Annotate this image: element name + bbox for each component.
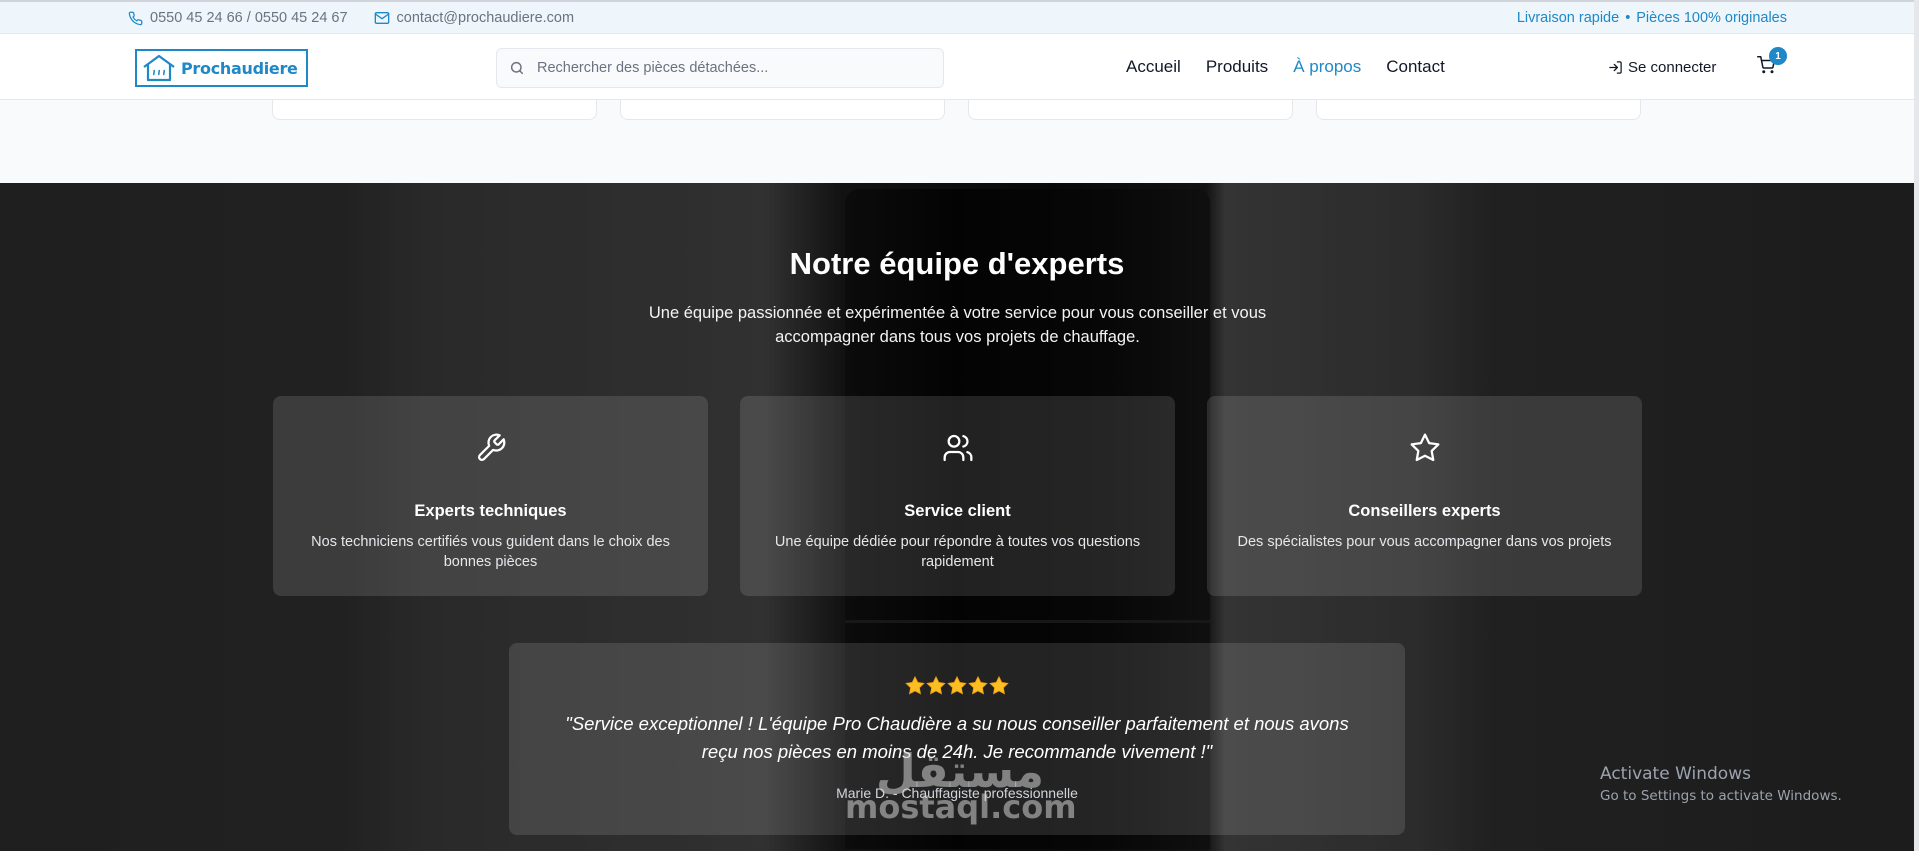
- activation-subtitle: Go to Settings to activate Windows.: [1600, 788, 1842, 804]
- house-logo-icon: [141, 53, 177, 83]
- activation-title: Activate Windows: [1600, 764, 1751, 784]
- card-description: Nos techniciens certifiés vous guident d…: [311, 534, 670, 570]
- main-header: Prochaudiere Accueil Produits À propos C…: [0, 34, 1919, 100]
- nav-item-a-propos[interactable]: À propos: [1293, 57, 1361, 77]
- watermark: مستقل mostaql.com: [845, 745, 1077, 826]
- card-description: Des spécialistes pour vous accompagner d…: [1237, 534, 1612, 550]
- site-logo[interactable]: Prochaudiere: [135, 49, 308, 87]
- rating-stars: [509, 676, 1405, 695]
- rating-star-icon: [926, 676, 946, 695]
- rating-star-icon: [905, 676, 925, 695]
- email-text: contact@prochaudiere.com: [396, 10, 575, 26]
- login-icon: [1608, 60, 1623, 75]
- expert-card-technical: Experts techniques Nos techniciens certi…: [273, 396, 708, 596]
- nav-item-contact[interactable]: Contact: [1386, 57, 1445, 77]
- star-icon: [1207, 432, 1642, 464]
- cart-count-badge: 1: [1769, 47, 1787, 65]
- mail-icon: [374, 11, 390, 25]
- rating-star-icon: [947, 676, 967, 695]
- search-icon[interactable]: [509, 60, 525, 76]
- main-nav: Accueil Produits À propos Contact: [1126, 34, 1445, 100]
- email-contact[interactable]: contact@prochaudiere.com: [374, 10, 575, 26]
- promo-text: Livraison rapide • Pièces 100% originale…: [1517, 2, 1787, 34]
- logo-text: Prochaudiere: [181, 58, 298, 78]
- wrench-icon: [273, 432, 708, 464]
- expert-card-advisors: Conseillers experts Des spécialistes pou…: [1207, 396, 1642, 596]
- nav-item-produits[interactable]: Produits: [1206, 57, 1268, 77]
- watermark-latin: mostaql.com: [845, 788, 1077, 826]
- card-title: Service client: [904, 502, 1011, 520]
- search-input[interactable]: [537, 60, 917, 76]
- section-title: Notre équipe d'experts: [789, 246, 1125, 281]
- login-button[interactable]: Se connecter: [1608, 34, 1716, 100]
- search-bar[interactable]: [496, 48, 944, 88]
- promo-separator: •: [1625, 10, 1631, 26]
- card-description: Une équipe dédiée pour répondre à toutes…: [774, 534, 1141, 570]
- card-title: Conseillers experts: [1348, 502, 1501, 520]
- windows-activation-notice: Activate Windows Go to Settings to activ…: [1600, 764, 1842, 804]
- users-icon: [740, 432, 1175, 464]
- cart-button[interactable]: 1: [1757, 47, 1787, 80]
- promo-original: Pièces 100% originales: [1636, 10, 1787, 26]
- rating-star-icon: [968, 676, 988, 695]
- expert-card-service: Service client Une équipe dédiée pour ré…: [740, 396, 1175, 596]
- login-label: Se connecter: [1628, 58, 1717, 76]
- phone-contact[interactable]: 0550 45 24 66 / 0550 45 24 67: [128, 10, 348, 26]
- section-subtitle: Une équipe passionnée et expérimentée à …: [648, 304, 1267, 346]
- promo-delivery: Livraison rapide: [1516, 10, 1620, 26]
- nav-item-accueil[interactable]: Accueil: [1126, 57, 1181, 77]
- card-title: Experts techniques: [414, 502, 567, 520]
- scrollbar[interactable]: [1914, 0, 1919, 851]
- rating-star-icon: [989, 676, 1009, 695]
- phone-icon: [128, 11, 143, 26]
- top-info-bar: 0550 45 24 66 / 0550 45 24 67 contact@pr…: [0, 0, 1919, 34]
- phone-text: 0550 45 24 66 / 0550 45 24 67: [150, 10, 348, 26]
